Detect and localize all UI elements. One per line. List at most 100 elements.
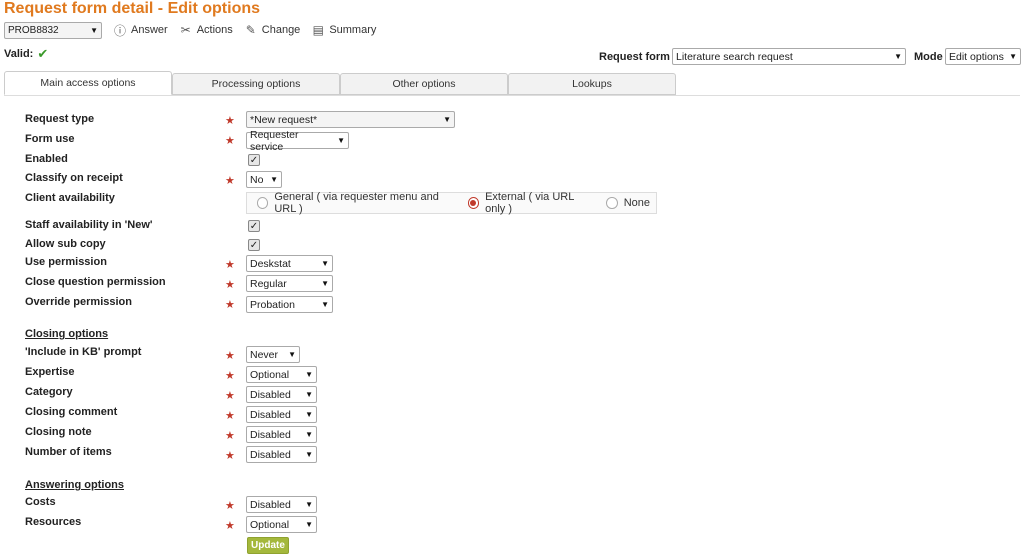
- closing-comment-label: Closing comment: [25, 406, 118, 418]
- use-permission-select[interactable]: Deskstat ▼: [246, 255, 333, 272]
- kb-prompt-value: Never: [250, 348, 279, 361]
- row-override-permission: Override permission: [25, 293, 225, 311]
- form-use-select[interactable]: Requester service ▼: [246, 129, 349, 153]
- row-enabled: Enabled: [25, 150, 225, 168]
- change-button[interactable]: ✎ Change: [243, 23, 301, 37]
- actions-button[interactable]: ✂ Actions: [178, 23, 233, 37]
- expertise-select[interactable]: Optional ▼: [246, 366, 317, 383]
- mode-label: Mode: [914, 51, 943, 63]
- chevron-down-icon: ▼: [305, 370, 313, 379]
- category-label: Category: [25, 386, 73, 398]
- override-permission-label: Override permission: [25, 296, 132, 308]
- resources-label: Resources: [25, 516, 82, 528]
- chevron-down-icon: ▼: [288, 350, 296, 359]
- classify-select[interactable]: No ▼: [246, 171, 282, 188]
- radio-none[interactable]: [606, 197, 618, 209]
- override-permission-value: Probation: [250, 298, 295, 311]
- check-icon: ✔: [37, 46, 49, 61]
- sub-copy-checkbox[interactable]: ✓: [248, 239, 260, 251]
- reference-select[interactable]: PROB8832 ▼: [4, 21, 102, 39]
- summary-label: Summary: [329, 24, 377, 36]
- chevron-down-icon: ▼: [305, 430, 313, 439]
- tab-lookups[interactable]: Lookups: [508, 73, 676, 95]
- costs-label: Costs: [25, 496, 56, 508]
- classify-label: Classify on receipt: [25, 172, 123, 184]
- expertise-value: Optional: [250, 368, 290, 381]
- required-icon: ★: [225, 450, 235, 462]
- staff-new-checkbox[interactable]: ✓: [248, 220, 260, 232]
- enabled-checkbox[interactable]: ✓: [248, 154, 260, 166]
- closing-note-label: Closing note: [25, 426, 92, 438]
- toolbar: PROB8832 ▼ ⓘ Answer ✂ Actions ✎ Change ▤…: [4, 21, 376, 39]
- row-kb-prompt: 'Include in KB' prompt: [25, 343, 225, 361]
- row-number-items: Number of items: [25, 443, 225, 461]
- request-type-select[interactable]: *New request* ▼: [246, 111, 455, 128]
- classify-value: No: [250, 173, 264, 186]
- form-use-label: Form use: [25, 133, 75, 145]
- row-category: Category: [25, 383, 225, 401]
- row-resources: Resources: [25, 513, 225, 531]
- chevron-down-icon: ▼: [305, 520, 313, 529]
- tools-icon: ✂: [180, 23, 191, 37]
- client-availability-group: General ( via requester menu and URL ) E…: [246, 191, 657, 215]
- row-classify: Classify on receipt: [25, 169, 225, 187]
- resources-value: Optional: [250, 518, 290, 531]
- number-items-value: Disabled: [250, 448, 291, 461]
- actions-label: Actions: [196, 24, 233, 36]
- radio-general[interactable]: [257, 197, 269, 209]
- summary-button[interactable]: ▤ Summary: [310, 23, 377, 37]
- tab-processing-options[interactable]: Processing options: [172, 73, 340, 95]
- chevron-down-icon: ▼: [305, 450, 313, 459]
- costs-select[interactable]: Disabled ▼: [246, 496, 317, 513]
- row-close-permission: Close question permission: [25, 273, 225, 291]
- required-icon: ★: [225, 370, 235, 382]
- enabled-label: Enabled: [25, 153, 68, 165]
- row-costs: Costs: [25, 493, 225, 511]
- closing-options-heading: Closing options: [25, 328, 109, 340]
- valid-label: Valid:: [4, 48, 34, 60]
- override-permission-select[interactable]: Probation ▼: [246, 296, 333, 313]
- close-permission-value: Regular: [250, 277, 287, 290]
- valid-indicator: Valid: ✔: [4, 46, 48, 62]
- closing-comment-value: Disabled: [250, 408, 291, 421]
- request-form-select[interactable]: Literature search request ▼: [672, 48, 906, 65]
- radio-external[interactable]: [467, 197, 480, 209]
- radio-external-label: External ( via URL only ): [485, 191, 574, 215]
- required-icon: ★: [225, 279, 235, 291]
- request-form-label: Request form: [599, 51, 670, 63]
- close-permission-select[interactable]: Regular ▼: [246, 275, 333, 292]
- kb-prompt-select[interactable]: Never ▼: [246, 346, 300, 363]
- request-type-value: *New request*: [250, 113, 318, 126]
- row-client-availability: Client availability: [25, 189, 225, 207]
- row-closing-comment: Closing comment: [25, 403, 225, 421]
- chevron-down-icon: ▼: [443, 115, 451, 124]
- kb-prompt-label: 'Include in KB' prompt: [25, 346, 142, 358]
- row-request-type: Request type: [25, 110, 225, 128]
- update-button[interactable]: Update: [247, 537, 289, 554]
- sub-copy-label: Allow sub copy: [25, 238, 106, 250]
- closing-note-select[interactable]: Disabled ▼: [246, 426, 317, 443]
- edit-icon: ✎: [245, 23, 256, 37]
- radio-general-label: General ( via requester menu and URL ): [274, 191, 439, 215]
- radio-none-label: None: [623, 197, 650, 209]
- chevron-down-icon: ▼: [321, 300, 329, 309]
- chevron-down-icon: ▼: [894, 52, 902, 61]
- required-icon: ★: [225, 299, 235, 311]
- number-items-select[interactable]: Disabled ▼: [246, 446, 317, 463]
- tab-other-options[interactable]: Other options: [340, 73, 508, 95]
- closing-comment-select[interactable]: Disabled ▼: [246, 406, 317, 423]
- resources-select[interactable]: Optional ▼: [246, 516, 317, 533]
- chevron-down-icon: ▼: [321, 279, 329, 288]
- answering-options-heading: Answering options: [25, 479, 124, 491]
- mode-select[interactable]: Edit options ▼: [945, 48, 1021, 65]
- category-select[interactable]: Disabled ▼: [246, 386, 317, 403]
- reference-value: PROB8832: [8, 24, 59, 36]
- tab-bar: Main access options Processing options O…: [4, 71, 676, 95]
- required-icon: ★: [225, 430, 235, 442]
- row-expertise: Expertise: [25, 363, 225, 381]
- answer-button[interactable]: ⓘ Answer: [112, 23, 168, 38]
- chevron-down-icon: ▼: [90, 25, 98, 35]
- tab-main-access-options[interactable]: Main access options: [4, 71, 172, 95]
- required-icon: ★: [225, 520, 235, 532]
- change-label: Change: [261, 24, 301, 36]
